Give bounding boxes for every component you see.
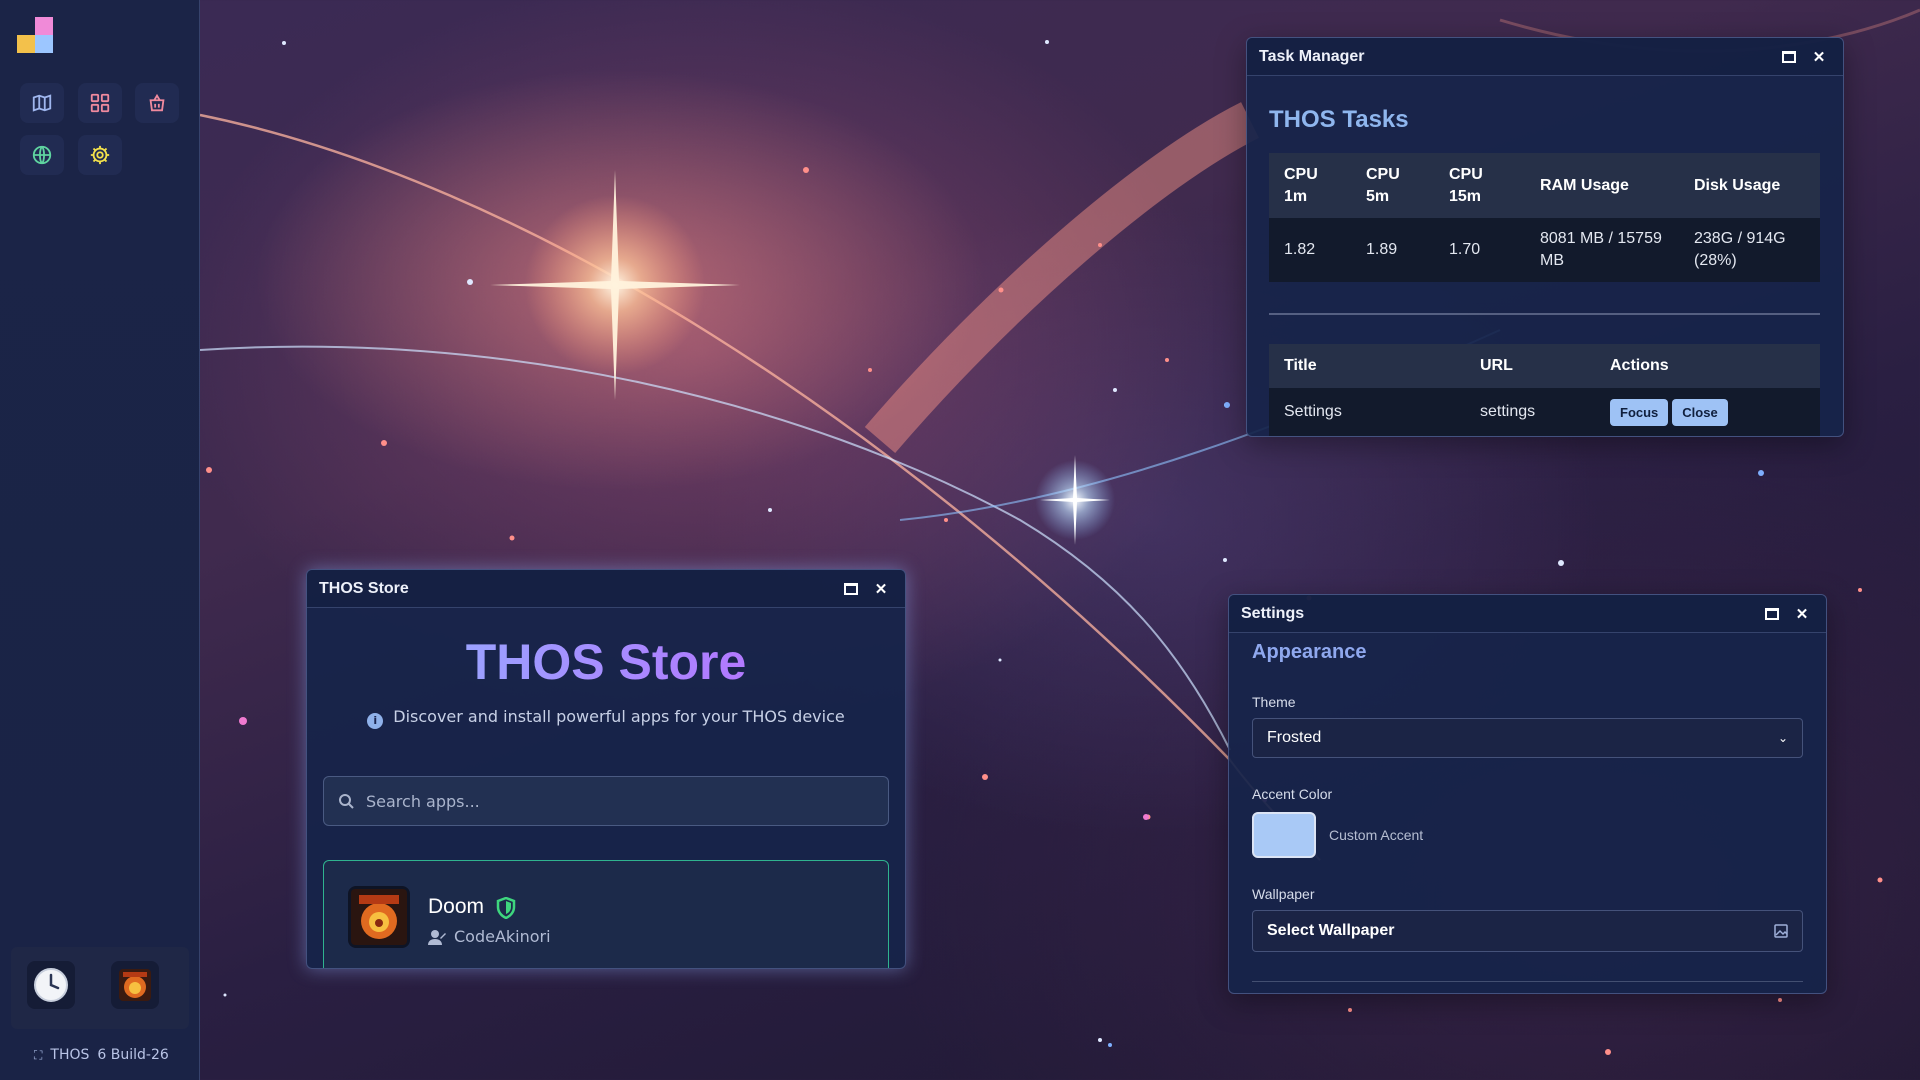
maximize-icon [1782, 50, 1796, 63]
task-url: settings [1480, 403, 1536, 420]
os-build: 6 Build-26 [97, 1047, 169, 1063]
close-icon: ✕ [1795, 605, 1809, 623]
maximize-button[interactable] [1760, 602, 1784, 626]
cpu-15m-value: 1.70 [1449, 241, 1481, 258]
settings-titlebar[interactable]: Settings ✕ [1229, 595, 1826, 633]
map-app-button[interactable] [20, 83, 64, 123]
author-name: CodeAkinori [454, 927, 551, 946]
task-manager-titlebar[interactable]: Task Manager ✕ [1247, 38, 1843, 76]
theme-label: Theme [1252, 694, 1296, 710]
maximize-icon [1765, 607, 1779, 620]
map-icon [32, 94, 52, 112]
dock-doom[interactable] [111, 961, 159, 1009]
close-task-button[interactable]: Close [1672, 398, 1728, 426]
doom-icon [351, 889, 407, 945]
wallpaper-label: Wallpaper [1252, 886, 1315, 902]
thos-logo[interactable] [17, 17, 53, 53]
disk-usage-value: 238G / 914G (28%) [1694, 230, 1786, 269]
app-name: Doom [428, 895, 485, 918]
shopping-bag-icon [149, 93, 165, 112]
column-header: CPU 5m [1351, 153, 1434, 218]
settings-app-button[interactable] [78, 135, 122, 175]
store-subtitle: i Discover and install powerful apps for … [307, 707, 905, 729]
select-wallpaper-label: Select Wallpaper [1267, 922, 1395, 939]
divider [1269, 313, 1820, 315]
fullscreen-icon[interactable]: ⛶ [34, 1048, 42, 1063]
sidebar: ⛶ THOS 6 Build-26 [0, 0, 200, 1080]
ram-usage-value: 8081 MB / 15759 MB [1540, 230, 1662, 269]
search-input[interactable]: Search apps... [323, 776, 889, 826]
close-button[interactable]: ✕ [869, 577, 893, 601]
chevron-down-icon: ⌄ [1777, 731, 1788, 745]
table-row: Settings settings Focus Close [1269, 388, 1820, 436]
maximize-icon [844, 582, 858, 595]
tasks-heading: THOS Tasks [1269, 106, 1409, 133]
user-icon [428, 929, 446, 945]
image-icon [1774, 924, 1788, 938]
close-icon: ✕ [874, 580, 888, 598]
select-wallpaper-button[interactable]: Select Wallpaper [1252, 910, 1803, 952]
gear-icon [90, 145, 110, 165]
column-header: CPU 1m [1269, 153, 1351, 218]
store-window: THOS Store ✕ THOS Store i Discover and in… [306, 569, 906, 969]
accent-caption: Custom Accent [1329, 827, 1424, 843]
store-titlebar[interactable]: THOS Store ✕ [307, 570, 905, 608]
column-header: Actions [1595, 344, 1820, 388]
cpu-5m-value: 1.89 [1366, 241, 1398, 258]
store-app-button[interactable] [135, 83, 179, 123]
info-icon: i [367, 713, 384, 729]
accent-color-label: Accent Color [1252, 786, 1333, 802]
task-manager-window: Task Manager ✕ THOS Tasks CPU 1m CPU 5m … [1246, 37, 1844, 437]
search-icon [339, 794, 354, 809]
verified-shield-icon [496, 897, 516, 919]
clock-icon [34, 968, 68, 1002]
window-title: THOS Store [319, 579, 409, 597]
task-title: Settings [1284, 403, 1342, 420]
column-header: URL [1465, 344, 1595, 388]
window-title: Task Manager [1259, 47, 1365, 65]
close-icon: ✕ [1812, 48, 1826, 66]
dock-clock[interactable] [27, 961, 75, 1009]
accent-color-picker[interactable] [1252, 812, 1316, 858]
grid-icon [90, 93, 110, 113]
system-stats-table: CPU 1m CPU 5m CPU 15m RAM Usage Disk Usa… [1269, 153, 1820, 282]
os-name: THOS [50, 1047, 90, 1063]
column-header: Title [1269, 344, 1465, 388]
app-author: CodeAkinori [428, 927, 551, 946]
close-button[interactable]: ✕ [1807, 45, 1831, 69]
theme-select[interactable]: Frosted ⌄ [1252, 718, 1803, 758]
close-button[interactable]: ✕ [1790, 602, 1814, 626]
window-title: Settings [1241, 604, 1305, 622]
store-heading: THOS Store [307, 633, 905, 691]
app-thumbnail [348, 886, 410, 948]
focus-button[interactable]: Focus [1610, 398, 1669, 426]
maximize-button[interactable] [839, 577, 863, 601]
dock [11, 947, 189, 1029]
tasks-table: Title URL Actions Settings settings Focu… [1269, 344, 1820, 436]
app-card[interactable]: Doom CodeAkinori [323, 860, 889, 968]
cpu-1m-value: 1.82 [1284, 241, 1316, 258]
section-heading: Appearance [1252, 641, 1367, 663]
globe-icon [32, 145, 52, 165]
column-header: CPU 15m [1434, 153, 1525, 218]
version-info: ⛶ THOS 6 Build-26 [34, 1047, 169, 1063]
table-row: 1.82 1.89 1.70 8081 MB / 15759 MB 238G /… [1269, 218, 1820, 282]
divider [1252, 981, 1803, 982]
doom-icon [119, 969, 151, 1001]
browser-app-button[interactable] [20, 135, 64, 175]
maximize-button[interactable] [1777, 45, 1801, 69]
theme-value: Frosted [1267, 729, 1322, 746]
apps-grid-button[interactable] [78, 83, 122, 123]
search-placeholder: Search apps... [366, 791, 480, 811]
column-header: RAM Usage [1525, 153, 1679, 218]
settings-window: Settings ✕ Appearance Theme Frosted ⌄ Ac… [1228, 594, 1827, 994]
subtitle-text: Discover and install powerful apps for y… [393, 707, 845, 726]
column-header: Disk Usage [1679, 153, 1820, 218]
